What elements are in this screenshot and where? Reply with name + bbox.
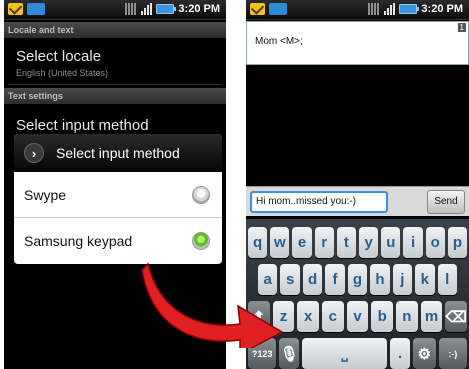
status-bar: 3:20 PM [4,0,226,20]
key-f[interactable]: f [325,264,345,295]
backspace-key[interactable]: ⌫ [445,301,468,332]
key-d[interactable]: d [302,264,323,295]
gear-icon: ⚙ [417,345,432,363]
select-input-method-item[interactable]: Select input method [16,117,149,134]
backspace-icon: ⌫ [445,308,467,326]
dialog-header: › Select input method [14,134,222,172]
key-h[interactable]: h [370,264,390,295]
key-r[interactable]: r [314,227,334,258]
radio-button-off[interactable] [192,186,210,204]
key-v[interactable]: v [346,301,369,332]
keyboard-row-1: q w e r t y u i o p [248,227,468,258]
recipient-text: Mom <M>; [255,36,303,47]
message-input[interactable]: Hi mom..missed you:-) [250,191,388,213]
key-n[interactable]: n [396,301,418,332]
status-time: 3:20 PM [421,3,463,15]
signal-icon [141,3,153,15]
recipient-counter: 1 [457,23,466,32]
key-w[interactable]: w [270,227,290,258]
key-l[interactable]: l [437,264,457,295]
comparison-figure: 3:20 PM Locale and text Select locale En… [0,0,469,369]
option-label: Samsung keypad [24,233,133,249]
key-p[interactable]: p [447,227,468,258]
section-header-text-settings: Text settings [4,88,226,104]
space-icon: ⎵ [341,345,348,362]
status-time: 3:20 PM [178,3,220,15]
key-k[interactable]: k [415,264,435,295]
battery-icon [399,4,420,14]
input-method-dialog: › Select input method Swype Samsung keyp… [14,134,222,264]
key-g[interactable]: g [347,264,368,295]
recipient-field[interactable]: Mom <M>; 1 [246,21,469,65]
key-m[interactable]: m [420,301,443,332]
settings-key[interactable]: ⚙ [412,338,436,369]
mail-notification-icon [250,3,265,15]
mail-notification-icon [8,3,23,15]
key-b[interactable]: b [371,301,394,332]
dialog-title: Select input method [56,145,180,161]
status-bar: 3:20 PM [246,0,469,20]
key-y[interactable]: y [359,227,379,258]
option-swype[interactable]: Swype [14,172,222,218]
usb-notification-icon [27,3,45,15]
divider [8,84,222,85]
data-icon [125,3,138,15]
send-button[interactable]: Send [427,190,465,214]
key-j[interactable]: j [392,264,413,295]
select-locale-subtitle: English (United States) [16,68,109,78]
red-arrow-icon [141,262,284,348]
data-icon [368,3,381,15]
battery-icon [156,4,177,14]
key-e[interactable]: e [292,227,312,258]
chevron-right-icon: › [24,143,44,163]
key-u[interactable]: u [381,227,401,258]
option-label: Swype [24,186,67,203]
section-header-locale: Locale and text [4,22,226,38]
key-t[interactable]: t [336,227,357,258]
period-key[interactable]: . [390,338,410,369]
smiley-key[interactable]: :-) [438,338,467,369]
key-q[interactable]: q [248,227,268,258]
key-o[interactable]: o [425,227,445,258]
key-c[interactable]: c [322,301,344,332]
key-i[interactable]: i [403,227,423,258]
key-x[interactable]: x [297,301,320,332]
usb-notification-icon [269,3,287,15]
compose-bar: Hi mom..missed you:-) Send [246,186,469,216]
space-key[interactable]: ⎵ [302,338,388,369]
radio-button-on[interactable] [192,232,210,250]
select-locale-title[interactable]: Select locale [16,48,101,65]
signal-icon [384,3,396,15]
